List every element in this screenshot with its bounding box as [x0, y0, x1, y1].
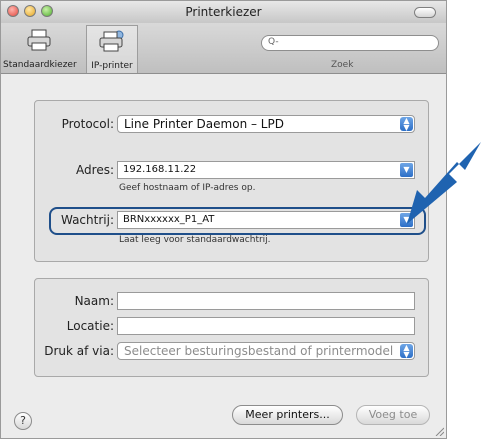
address-hint: Geef hostnaam of IP-adres op. [119, 183, 256, 193]
queue-value: BRNxxxxxx_P1_AT [123, 214, 215, 225]
location-label: Locatie: [66, 319, 114, 333]
protocol-label: Protocol: [61, 117, 114, 131]
printer-details-panel: Naam: Locatie: Druk af via: Selecteer be… [34, 278, 429, 377]
name-label: Naam: [74, 294, 114, 308]
tab-standaardkiezer-label: Standaardkiezer [3, 60, 77, 70]
tab-ip-printer-label: IP-printer [91, 61, 133, 71]
queue-label: Wachtrij: [60, 213, 114, 227]
add-button[interactable]: Voeg toe [356, 405, 430, 425]
window-title: Printerkiezer [185, 5, 262, 19]
printer-icon [27, 29, 51, 51]
address-label: Adres: [76, 163, 114, 177]
popup-arrows-icon: ▲ ▼ [400, 117, 413, 132]
print-via-value: Selecteer besturingsbestand of printermo… [124, 344, 394, 358]
toolbar: Standaardkiezer IP-printer Q- Zoek [1, 23, 446, 74]
tab-standaardkiezer[interactable]: Standaardkiezer [3, 25, 77, 72]
search-label: Zoek [331, 60, 354, 70]
pointer-arrow-icon [407, 142, 481, 224]
connection-panel: Protocol: Line Printer Daemon – LPD ▲ ▼ A… [34, 100, 429, 262]
location-field[interactable] [117, 317, 415, 335]
search-icon: Q- [268, 37, 279, 47]
printer-browser-window: Printerkiezer Standaardkiezer IP-printer… [0, 0, 447, 439]
title-bar: Printerkiezer [1, 1, 446, 24]
queue-field[interactable]: BRNxxxxxx_P1_AT ▼ [117, 211, 415, 229]
network-printer-icon [99, 30, 124, 52]
print-via-label: Druk af via: [44, 344, 114, 358]
popup-arrows-icon: ▲ ▼ [400, 344, 413, 359]
address-field[interactable]: 192.168.11.22 ▼ [117, 161, 415, 179]
print-via-popup[interactable]: Selecteer besturingsbestand of printermo… [117, 342, 415, 360]
help-button[interactable]: ? [14, 412, 32, 430]
toolbar-toggle-button[interactable] [414, 7, 436, 18]
protocol-popup[interactable]: Line Printer Daemon – LPD ▲ ▼ [117, 115, 415, 133]
address-value: 192.168.11.22 [123, 164, 197, 175]
resize-grip-icon[interactable] [434, 426, 444, 436]
more-printers-button[interactable]: Meer printers... [232, 405, 343, 425]
name-field[interactable] [117, 292, 415, 310]
queue-hint: Laat leeg voor standaardwachtrij. [119, 235, 271, 245]
search-input[interactable]: Q- [261, 35, 439, 51]
tab-ip-printer[interactable]: IP-printer [86, 25, 138, 73]
protocol-value: Line Printer Daemon – LPD [124, 117, 284, 131]
